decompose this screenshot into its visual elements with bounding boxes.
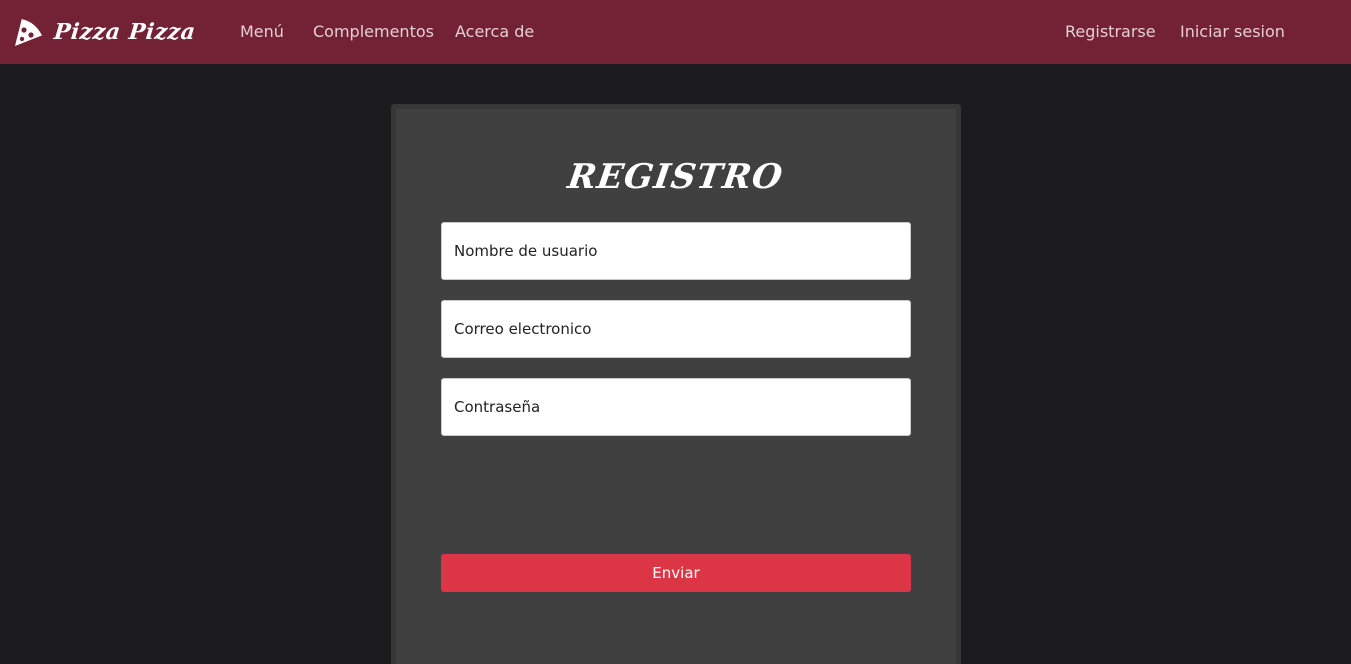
email-input[interactable] <box>441 300 911 358</box>
submit-button[interactable]: Enviar <box>441 554 911 592</box>
pizza-slice-icon <box>12 15 46 49</box>
login-link[interactable]: Iniciar sesion <box>1180 21 1285 43</box>
register-link[interactable]: Registrarse <box>1065 21 1156 43</box>
nav-link-acerca-de[interactable]: Acerca de <box>455 21 534 43</box>
form-title-text: REGISTRO <box>565 157 786 197</box>
form-title: REGISTRO <box>0 154 1351 200</box>
password-input[interactable] <box>441 378 911 436</box>
username-input[interactable] <box>441 222 911 280</box>
brand-name: Pizza Pizza <box>52 19 197 45</box>
navbar: Pizza Pizza Menú Complementos Acerca de … <box>0 0 1351 64</box>
nav-link-complementos[interactable]: Complementos <box>313 21 434 43</box>
brand-link[interactable]: Pizza Pizza <box>12 14 197 50</box>
nav-link-menu[interactable]: Menú <box>240 21 284 43</box>
